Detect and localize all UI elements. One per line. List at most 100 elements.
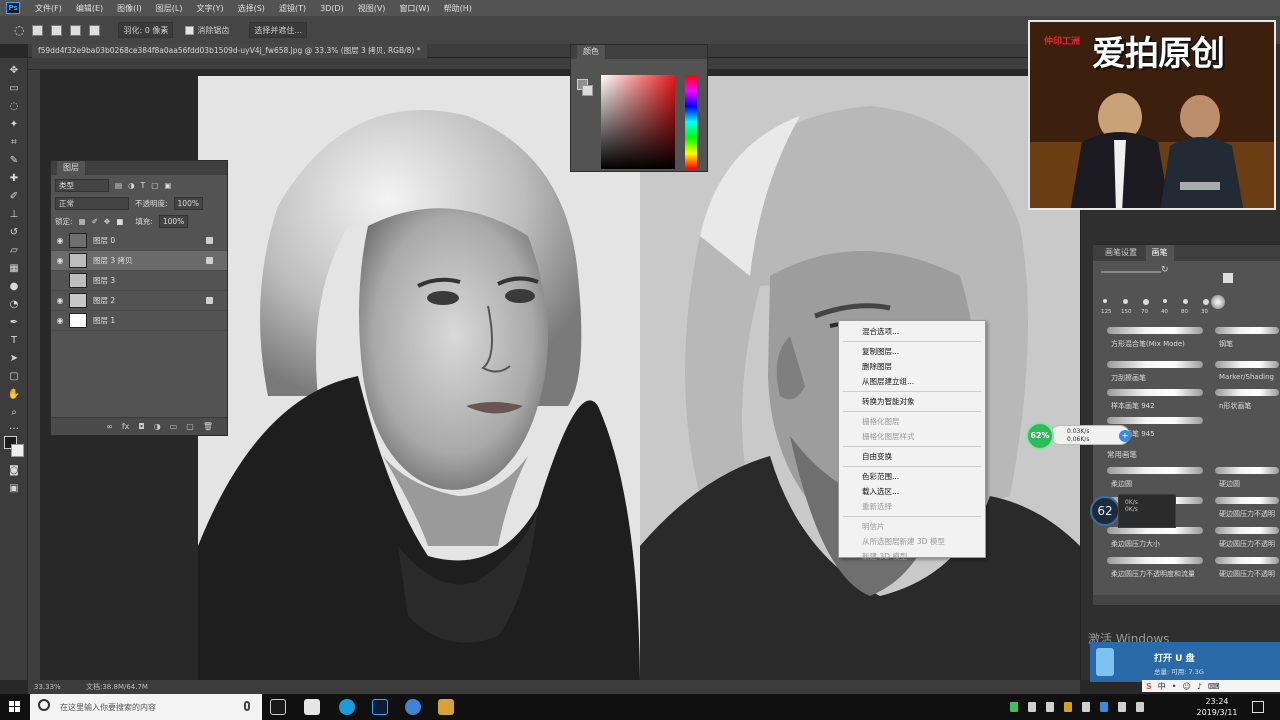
brush-tip-preview[interactable]	[1143, 299, 1149, 305]
brush-stroke-preview[interactable]	[1215, 467, 1279, 474]
layer-row[interactable]: 图层 3	[51, 271, 227, 291]
new-layer-icon[interactable]: ▢	[186, 422, 194, 431]
lasso-tool-icon[interactable]: ◌	[7, 100, 21, 114]
brush-stroke-preview[interactable]	[1107, 417, 1203, 424]
dodge-tool-icon[interactable]: ◔	[7, 298, 21, 312]
add-selection-button[interactable]	[51, 24, 63, 36]
ime-chinese-icon[interactable]: 中	[1158, 681, 1166, 692]
brush-tip-preview[interactable]	[1123, 299, 1128, 304]
context-menu-item[interactable]: 复制图层...	[839, 344, 985, 359]
tray-icon-4[interactable]	[1082, 702, 1090, 712]
ime-mic-icon[interactable]: ♪	[1197, 682, 1202, 691]
adjustment-layer-icon[interactable]: ◑	[154, 422, 161, 431]
lock-position-icon[interactable]: ✥	[104, 217, 110, 226]
lasso-icon[interactable]: ◌	[14, 23, 24, 37]
brush-tip-preview[interactable]	[1103, 299, 1107, 303]
game-app-icon[interactable]	[438, 699, 454, 715]
type-tool-icon[interactable]: T	[7, 334, 21, 348]
antialias-checkbox[interactable]: 消除锯齿	[181, 22, 233, 38]
menu-file[interactable]: 文件(F)	[28, 3, 69, 14]
microphone-icon[interactable]	[244, 701, 250, 711]
volume-icon[interactable]	[1136, 702, 1144, 712]
context-menu-item[interactable]: 转换为智能对象	[839, 394, 985, 409]
path-select-tool-icon[interactable]: ➤	[7, 352, 21, 366]
marquee-tool-icon[interactable]: ▭	[7, 82, 21, 96]
pen-tool-icon[interactable]: ✒	[7, 316, 21, 330]
quick-mask-icon[interactable]: ◙	[7, 464, 21, 478]
add-mask-icon[interactable]: ◘	[138, 422, 144, 431]
visibility-eye-icon[interactable]: ◉	[51, 316, 69, 325]
taskbar-search-box[interactable]: 在这里输入你要搜索的内容	[30, 694, 262, 720]
brush-tip-preview[interactable]	[1203, 299, 1209, 305]
brush-stroke-preview[interactable]	[1107, 361, 1203, 368]
browser-icon[interactable]	[339, 699, 355, 715]
tray-icon-5[interactable]	[1100, 702, 1108, 712]
background-color-swatch[interactable]	[11, 444, 24, 457]
more-tools-icon[interactable]: …	[7, 420, 21, 434]
hue-slider[interactable]	[685, 75, 697, 169]
soft-brush-tip-preview[interactable]	[1211, 295, 1225, 309]
eyedropper-tool-icon[interactable]: ✎	[7, 154, 21, 168]
input-method-bar[interactable]: S 中 • ☺ ♪ ⌨	[1142, 680, 1280, 692]
notification-icon[interactable]	[1252, 701, 1264, 713]
visibility-eye-icon[interactable]: ◉	[51, 236, 69, 245]
ime-punctuation-icon[interactable]: •	[1172, 682, 1177, 691]
brush-stroke-preview[interactable]	[1107, 527, 1203, 534]
rectangle-tool-icon[interactable]: ▢	[7, 370, 21, 384]
lock-all-icon[interactable]: ■	[116, 217, 123, 226]
gradient-tool-icon[interactable]: ▦	[7, 262, 21, 276]
eraser-tool-icon[interactable]: ▱	[7, 244, 21, 258]
filter-pixel-icon[interactable]: ▤	[115, 181, 122, 190]
network-icon[interactable]	[1118, 702, 1126, 712]
context-menu-item[interactable]: 混合选项...	[839, 324, 985, 339]
color-background-swatch[interactable]	[582, 85, 593, 96]
brush-tip-preview[interactable]	[1183, 299, 1188, 304]
start-button[interactable]	[0, 694, 30, 720]
zoom-tool-icon[interactable]: ⌕	[7, 406, 21, 420]
filter-smart-icon[interactable]: ▣	[164, 181, 171, 190]
brush-stroke-preview[interactable]	[1215, 361, 1279, 368]
brush-tip-preview[interactable]	[1163, 299, 1167, 303]
subtract-selection-button[interactable]	[70, 24, 82, 36]
delete-layer-icon[interactable]: 🗑	[203, 422, 213, 431]
brush-tool-icon[interactable]: ✐	[7, 190, 21, 204]
brush-size-slider[interactable]	[1101, 271, 1161, 273]
brush-stroke-preview[interactable]	[1215, 497, 1279, 504]
layer-row[interactable]: ◉ 图层 2	[51, 291, 227, 311]
move-tool-icon[interactable]: ✥	[7, 64, 21, 78]
screen-mode-icon[interactable]: ▣	[7, 482, 21, 496]
blur-tool-icon[interactable]: ●	[7, 280, 21, 294]
zoom-level[interactable]: 33.33%	[34, 680, 61, 694]
menu-type[interactable]: 文字(Y)	[189, 3, 230, 14]
tray-icon-3[interactable]	[1064, 702, 1072, 712]
context-menu-item[interactable]: 载入选区...	[839, 484, 985, 499]
brush-stroke-preview[interactable]	[1215, 557, 1279, 564]
document-size[interactable]: 文档:38.8M/64.7M	[86, 680, 148, 694]
app-icon-1[interactable]	[304, 699, 320, 715]
select-and-mask-button[interactable]: 选择并遮住...	[249, 22, 307, 38]
magic-wand-tool-icon[interactable]: ✦	[7, 118, 21, 132]
layer-kind-filter[interactable]: 类型	[55, 178, 109, 192]
menu-window[interactable]: 窗口(W)	[392, 3, 436, 14]
speed-expand-icon[interactable]: +	[1119, 430, 1131, 442]
filter-type-icon[interactable]: T	[141, 181, 146, 190]
cpu-usage-circle[interactable]: 62	[1090, 496, 1120, 526]
menu-edit[interactable]: 编辑(E)	[69, 3, 110, 14]
link-layers-icon[interactable]: ∞	[106, 422, 113, 431]
menu-image[interactable]: 图像(I)	[110, 3, 149, 14]
context-menu-item[interactable]: 从图层建立组...	[839, 374, 985, 389]
healing-tool-icon[interactable]: ✚	[7, 172, 21, 186]
context-menu-item[interactable]: 自由变换	[839, 449, 985, 464]
new-brush-icon[interactable]	[1223, 273, 1233, 283]
lock-paint-icon[interactable]: ✐	[92, 217, 98, 226]
menu-filter[interactable]: 滤镜(T)	[272, 3, 313, 14]
menu-view[interactable]: 视图(V)	[351, 3, 393, 14]
color-tab[interactable]: 颜色	[577, 45, 605, 59]
usb-notification[interactable]: 打开 U 盘 总量: 可用: 7.3G	[1090, 642, 1280, 682]
new-selection-button[interactable]	[32, 24, 44, 36]
new-group-icon[interactable]: ▭	[170, 422, 178, 431]
filter-shape-icon[interactable]: ▢	[151, 181, 158, 190]
blend-mode-select[interactable]: 正常	[55, 196, 129, 210]
menu-3d[interactable]: 3D(D)	[313, 4, 351, 13]
feather-field[interactable]: 羽化: 0 像素	[118, 22, 174, 38]
